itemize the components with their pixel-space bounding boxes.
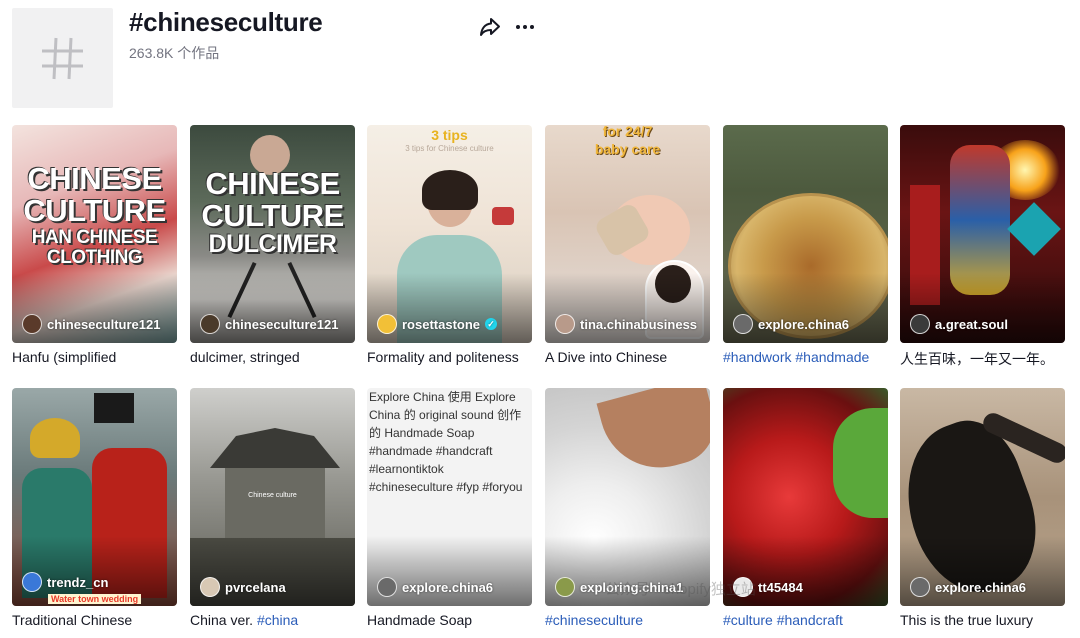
hashtag-icon: [42, 37, 83, 80]
avatar: [22, 572, 42, 592]
overlay-line: CLOTHING: [46, 247, 143, 268]
avatar: [377, 577, 397, 597]
video-thumbnail[interactable]: CHINESE CULTURE DULCIMER chineseculture1…: [190, 125, 355, 343]
video-card[interactable]: 3 tips 3 tips for Chinese culture rosett…: [367, 125, 532, 365]
video-card[interactable]: CHINESE CULTURE DULCIMER chineseculture1…: [190, 125, 355, 365]
video-thumbnail[interactable]: exploring.china1: [545, 388, 710, 606]
author: chineseculture121: [22, 314, 160, 334]
overlay-line: CULTURE: [23, 193, 166, 228]
verified-icon: ✓: [485, 318, 498, 330]
author: trendz_cn: [22, 572, 108, 592]
video-thumbnail[interactable]: CHINESE CULTURE HAN CHINESE CLOTHING chi…: [12, 125, 177, 343]
overlay-line: CULTURE: [201, 198, 344, 233]
avatar: [555, 314, 575, 334]
avatar: [377, 314, 397, 334]
video-card[interactable]: explore.china6 #handwork #handmade: [723, 125, 888, 365]
video-caption[interactable]: #culture #handcraft: [723, 612, 888, 628]
video-thumbnail[interactable]: Explore China 使用 Explore China 的 origina…: [367, 388, 532, 606]
video-card[interactable]: Chinese culture pvrcelana China ver. #ch…: [190, 388, 355, 628]
video-card[interactable]: Water town wedding trendz_cn Traditional…: [12, 388, 177, 628]
video-caption[interactable]: dulcimer, stringed: [190, 349, 355, 365]
author: chineseculture121: [200, 314, 338, 334]
avatar: [910, 314, 930, 334]
avatar: [200, 577, 220, 597]
avatar: [555, 577, 575, 597]
overlay-line: DULCIMER: [208, 230, 337, 258]
author: rosettastone ✓: [377, 314, 498, 334]
video-card[interactable]: CHINESE CULTURE HAN CHINESE CLOTHING chi…: [12, 125, 177, 365]
video-caption[interactable]: Formality and politeness: [367, 349, 532, 365]
video-caption[interactable]: Handmade Soap: [367, 612, 532, 628]
overlay-line: HAN CHINESE: [31, 227, 158, 248]
video-card[interactable]: explore.china6 This is the true luxury: [900, 388, 1065, 628]
overlay-text: 3 tips: [431, 127, 468, 143]
watermark: 公众号 · shopify独立站: [605, 581, 756, 598]
video-thumbnail[interactable]: for 24/7 baby care tina.chinabusiness: [545, 125, 710, 343]
video-thumbnail[interactable]: explore.china6: [900, 388, 1065, 606]
video-caption[interactable]: #handwork #handmade: [723, 349, 888, 365]
more-icon: [516, 25, 534, 29]
overlay-text: Chinese culture: [248, 492, 297, 499]
author: tina.chinabusiness: [555, 314, 697, 334]
video-thumbnail[interactable]: explore.china6: [723, 125, 888, 343]
author: explore.china6: [377, 577, 493, 597]
video-card[interactable]: Explore China 使用 Explore China 的 origina…: [367, 388, 532, 628]
avatar: [22, 314, 42, 334]
video-caption[interactable]: China ver. #china: [190, 612, 355, 628]
author: explore.china6: [910, 577, 1026, 597]
share-button[interactable]: [478, 15, 502, 39]
author: pvrcelana: [200, 577, 286, 597]
video-thumbnail[interactable]: 3 tips 3 tips for Chinese culture rosett…: [367, 125, 532, 343]
overlay-text: for 24/7: [602, 125, 653, 139]
video-caption[interactable]: Hanfu (simplified: [12, 349, 177, 365]
video-thumbnail[interactable]: a.great.soul: [900, 125, 1065, 343]
hashtag-avatar: [12, 8, 113, 108]
video-caption[interactable]: This is the true luxury: [900, 612, 1065, 628]
avatar: [733, 314, 753, 334]
video-caption[interactable]: A Dive into Chinese: [545, 349, 710, 365]
overlay-line: CHINESE: [205, 166, 340, 201]
page-title: #chineseculture: [129, 7, 323, 37]
video-count: 263.8K 个作品: [129, 45, 220, 61]
video-thumbnail[interactable]: tt45484: [723, 388, 888, 606]
video-thumbnail[interactable]: Water town wedding trendz_cn: [12, 388, 177, 606]
author: a.great.soul: [910, 314, 1008, 334]
share-icon: [480, 18, 500, 36]
video-card[interactable]: for 24/7 baby care tina.chinabusiness A …: [545, 125, 710, 365]
avatar: [200, 314, 220, 334]
author: explore.china6: [733, 314, 849, 334]
broken-image-alt: Explore China 使用 Explore China 的 origina…: [369, 390, 523, 494]
overlay-text: baby care: [594, 141, 661, 157]
video-caption[interactable]: 人生百味，一年又一年。: [900, 349, 1065, 369]
more-button[interactable]: [513, 15, 537, 39]
avatar: [910, 577, 930, 597]
overlay-line: CHINESE: [27, 161, 162, 196]
overlay-subtext: 3 tips for Chinese culture: [405, 144, 494, 153]
overlay-banner: Water town wedding: [48, 594, 142, 604]
video-caption[interactable]: Traditional Chinese: [12, 612, 177, 628]
video-card[interactable]: a.great.soul 人生百味，一年又一年。: [900, 125, 1065, 369]
video-caption[interactable]: #chineseculture: [545, 612, 710, 628]
video-thumbnail[interactable]: Chinese culture pvrcelana: [190, 388, 355, 606]
